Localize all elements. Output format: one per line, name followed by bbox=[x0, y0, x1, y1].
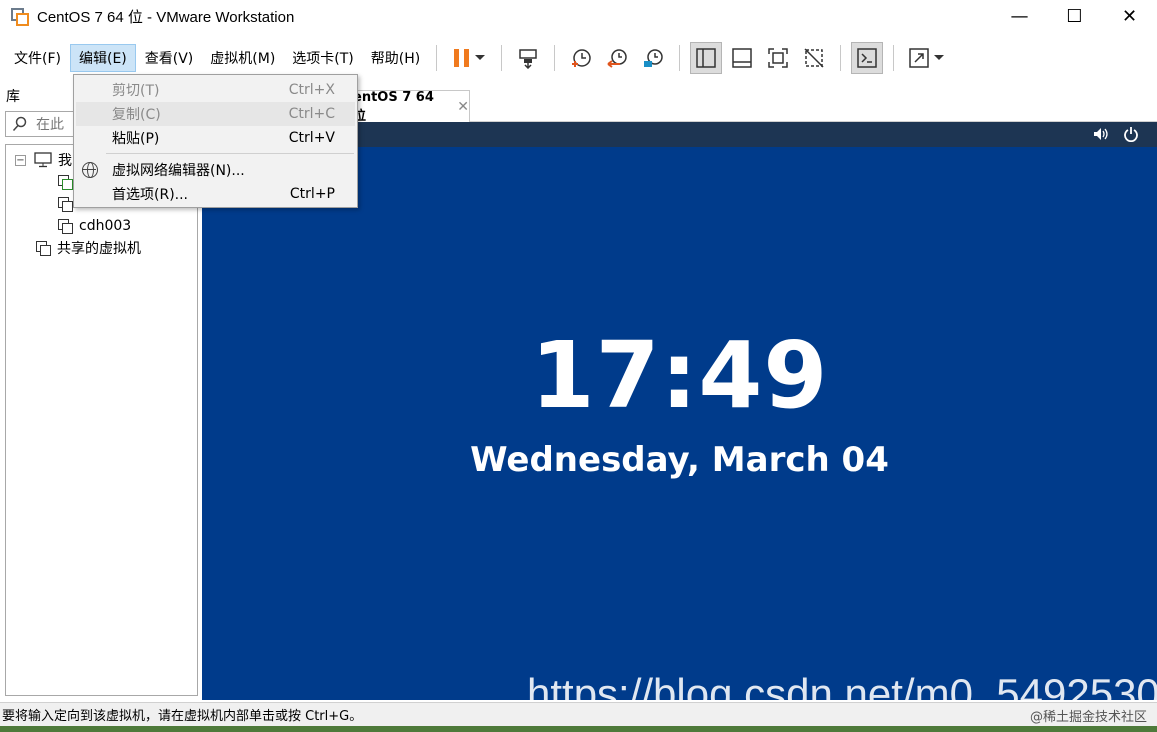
menu-item-cut[interactable]: 剪切(T) Ctrl+X bbox=[76, 78, 355, 102]
menu-vm[interactable]: 虚拟机(M) bbox=[202, 44, 283, 72]
menu-item-shortcut: Ctrl+V bbox=[288, 130, 335, 146]
menu-separator bbox=[106, 153, 354, 154]
pause-button[interactable] bbox=[447, 42, 491, 74]
search-icon bbox=[12, 116, 27, 132]
close-icon[interactable]: ✕ bbox=[457, 99, 469, 115]
vm-icon bbox=[58, 196, 73, 212]
menu-item-preferences[interactable]: 首选项(R)... Ctrl+P bbox=[76, 182, 355, 206]
maximize-button[interactable]: ☐ bbox=[1047, 0, 1102, 33]
shared-vm-icon bbox=[36, 240, 51, 256]
snapshot-button[interactable] bbox=[565, 42, 597, 74]
fullscreen-button[interactable] bbox=[762, 42, 794, 74]
toolbar-separator bbox=[436, 44, 438, 71]
vm-console[interactable]: 17:49 Wednesday, March 04 https://blog.c… bbox=[202, 122, 1157, 717]
minimize-button[interactable]: — bbox=[992, 0, 1047, 33]
search-placeholder: 在此 bbox=[36, 117, 64, 133]
guest-status-icons bbox=[1093, 126, 1139, 142]
menu-item-copy[interactable]: 复制(C) Ctrl+C bbox=[76, 102, 355, 126]
menu-edit[interactable]: 编辑(E) bbox=[69, 43, 136, 72]
console-view-button[interactable] bbox=[851, 41, 884, 74]
menu-item-label: 复制(C) bbox=[112, 107, 161, 123]
volume-icon[interactable] bbox=[1093, 126, 1109, 142]
collapse-icon[interactable]: − bbox=[15, 154, 26, 166]
menu-bar: 文件(F) 编辑(E) 查看(V) 虚拟机(M) 选项卡(T) 帮助(H) bbox=[0, 37, 1157, 78]
status-watermark: @稀土掘金技术社区 bbox=[1029, 710, 1147, 725]
tab-label: entOS 7 64 位 bbox=[353, 89, 434, 124]
snapshot-manager-button[interactable] bbox=[637, 42, 669, 74]
thumbnail-view-button[interactable] bbox=[726, 42, 758, 74]
chevron-down-icon[interactable] bbox=[475, 55, 486, 60]
menu-item-virtual-network-editor[interactable]: 虚拟网络编辑器(N)... bbox=[76, 158, 355, 182]
unity-button[interactable] bbox=[798, 42, 830, 74]
tree-item-shared-vms[interactable]: 共享的虚拟机 bbox=[36, 237, 141, 259]
console-icon bbox=[857, 47, 877, 68]
library-tree[interactable]: − 我 cdh001 cdh002 cdh003 共享的虚拟机 bbox=[5, 144, 198, 696]
toolbar-separator bbox=[679, 44, 681, 71]
stretch-button[interactable] bbox=[904, 42, 948, 74]
menu-item-label: 虚拟网络编辑器(N)... bbox=[112, 163, 245, 179]
close-button[interactable]: ✕ bbox=[1102, 0, 1157, 33]
vm-icon bbox=[58, 218, 73, 234]
send-ctrl-alt-del-icon bbox=[519, 48, 537, 69]
window-controls: — ☐ ✕ bbox=[992, 0, 1157, 33]
status-text: 要将输入定向到该虚拟机，请在虚拟机内部单击或按 Ctrl+G。 bbox=[2, 709, 363, 724]
menu-tabs[interactable]: 选项卡(T) bbox=[284, 44, 361, 72]
tree-item-label: 共享的虚拟机 bbox=[57, 241, 141, 257]
toolbar-separator bbox=[554, 44, 556, 71]
menu-item-label: 粘贴(P) bbox=[112, 131, 160, 147]
menu-item-shortcut: Ctrl+X bbox=[288, 82, 335, 98]
thumbnail-view-icon bbox=[732, 47, 752, 68]
running-vm-icon bbox=[58, 174, 73, 190]
vmware-logo-icon bbox=[11, 7, 29, 26]
computer-icon bbox=[34, 152, 52, 168]
menu-item-paste[interactable]: 粘贴(P) Ctrl+V bbox=[76, 126, 355, 150]
menu-item-shortcut: Ctrl+P bbox=[289, 186, 335, 202]
window-title: CentOS 7 64 位 - VMware Workstation bbox=[37, 9, 295, 26]
tab-centos[interactable]: entOS 7 64 位 ✕ bbox=[342, 89, 470, 124]
revert-snapshot-button[interactable] bbox=[601, 42, 633, 74]
pause-icon bbox=[454, 48, 470, 67]
menu-help[interactable]: 帮助(H) bbox=[363, 44, 428, 72]
edit-menu-dropdown: 剪切(T) Ctrl+X 复制(C) Ctrl+C 粘贴(P) Ctrl+V 虚… bbox=[73, 74, 358, 208]
menu-item-shortcut: Ctrl+C bbox=[288, 106, 335, 122]
chevron-down-icon[interactable] bbox=[934, 55, 945, 60]
tree-item-label: 我 bbox=[58, 153, 72, 169]
toolbar-separator bbox=[501, 44, 503, 71]
desktop-background-strip bbox=[0, 726, 1157, 732]
lock-screen-time: 17:49 bbox=[530, 322, 829, 429]
menu-item-label: 剪切(T) bbox=[112, 83, 160, 99]
power-icon[interactable] bbox=[1123, 126, 1139, 142]
title-bar: CentOS 7 64 位 - VMware Workstation — ☐ ✕ bbox=[0, 0, 1157, 33]
stretch-icon bbox=[909, 47, 929, 68]
unity-icon bbox=[804, 47, 824, 68]
revert-snapshot-icon bbox=[607, 48, 627, 68]
fullscreen-icon bbox=[768, 47, 788, 68]
tree-item-label: cdh003 bbox=[79, 218, 132, 234]
snapshot-manager-icon bbox=[644, 48, 663, 67]
snapshot-icon bbox=[572, 48, 591, 67]
menu-item-label: 首选项(R)... bbox=[112, 187, 189, 203]
toolbar-separator bbox=[840, 44, 842, 71]
status-bar: 要将输入定向到该虚拟机，请在虚拟机内部单击或按 Ctrl+G。 @稀土掘金技术社… bbox=[0, 702, 1157, 726]
menu-file[interactable]: 文件(F) bbox=[6, 44, 69, 72]
library-view-button[interactable] bbox=[690, 41, 723, 74]
library-view-icon bbox=[696, 47, 716, 68]
menu-view[interactable]: 查看(V) bbox=[137, 44, 202, 72]
tree-item-vm[interactable]: cdh003 bbox=[58, 215, 131, 237]
lock-screen-date: Wednesday, March 04 bbox=[470, 440, 889, 480]
send-ctrl-alt-del-button[interactable] bbox=[512, 42, 544, 74]
globe-icon bbox=[82, 162, 98, 178]
tree-item-my-computer[interactable]: − 我 bbox=[15, 149, 72, 171]
toolbar-separator bbox=[893, 44, 895, 71]
